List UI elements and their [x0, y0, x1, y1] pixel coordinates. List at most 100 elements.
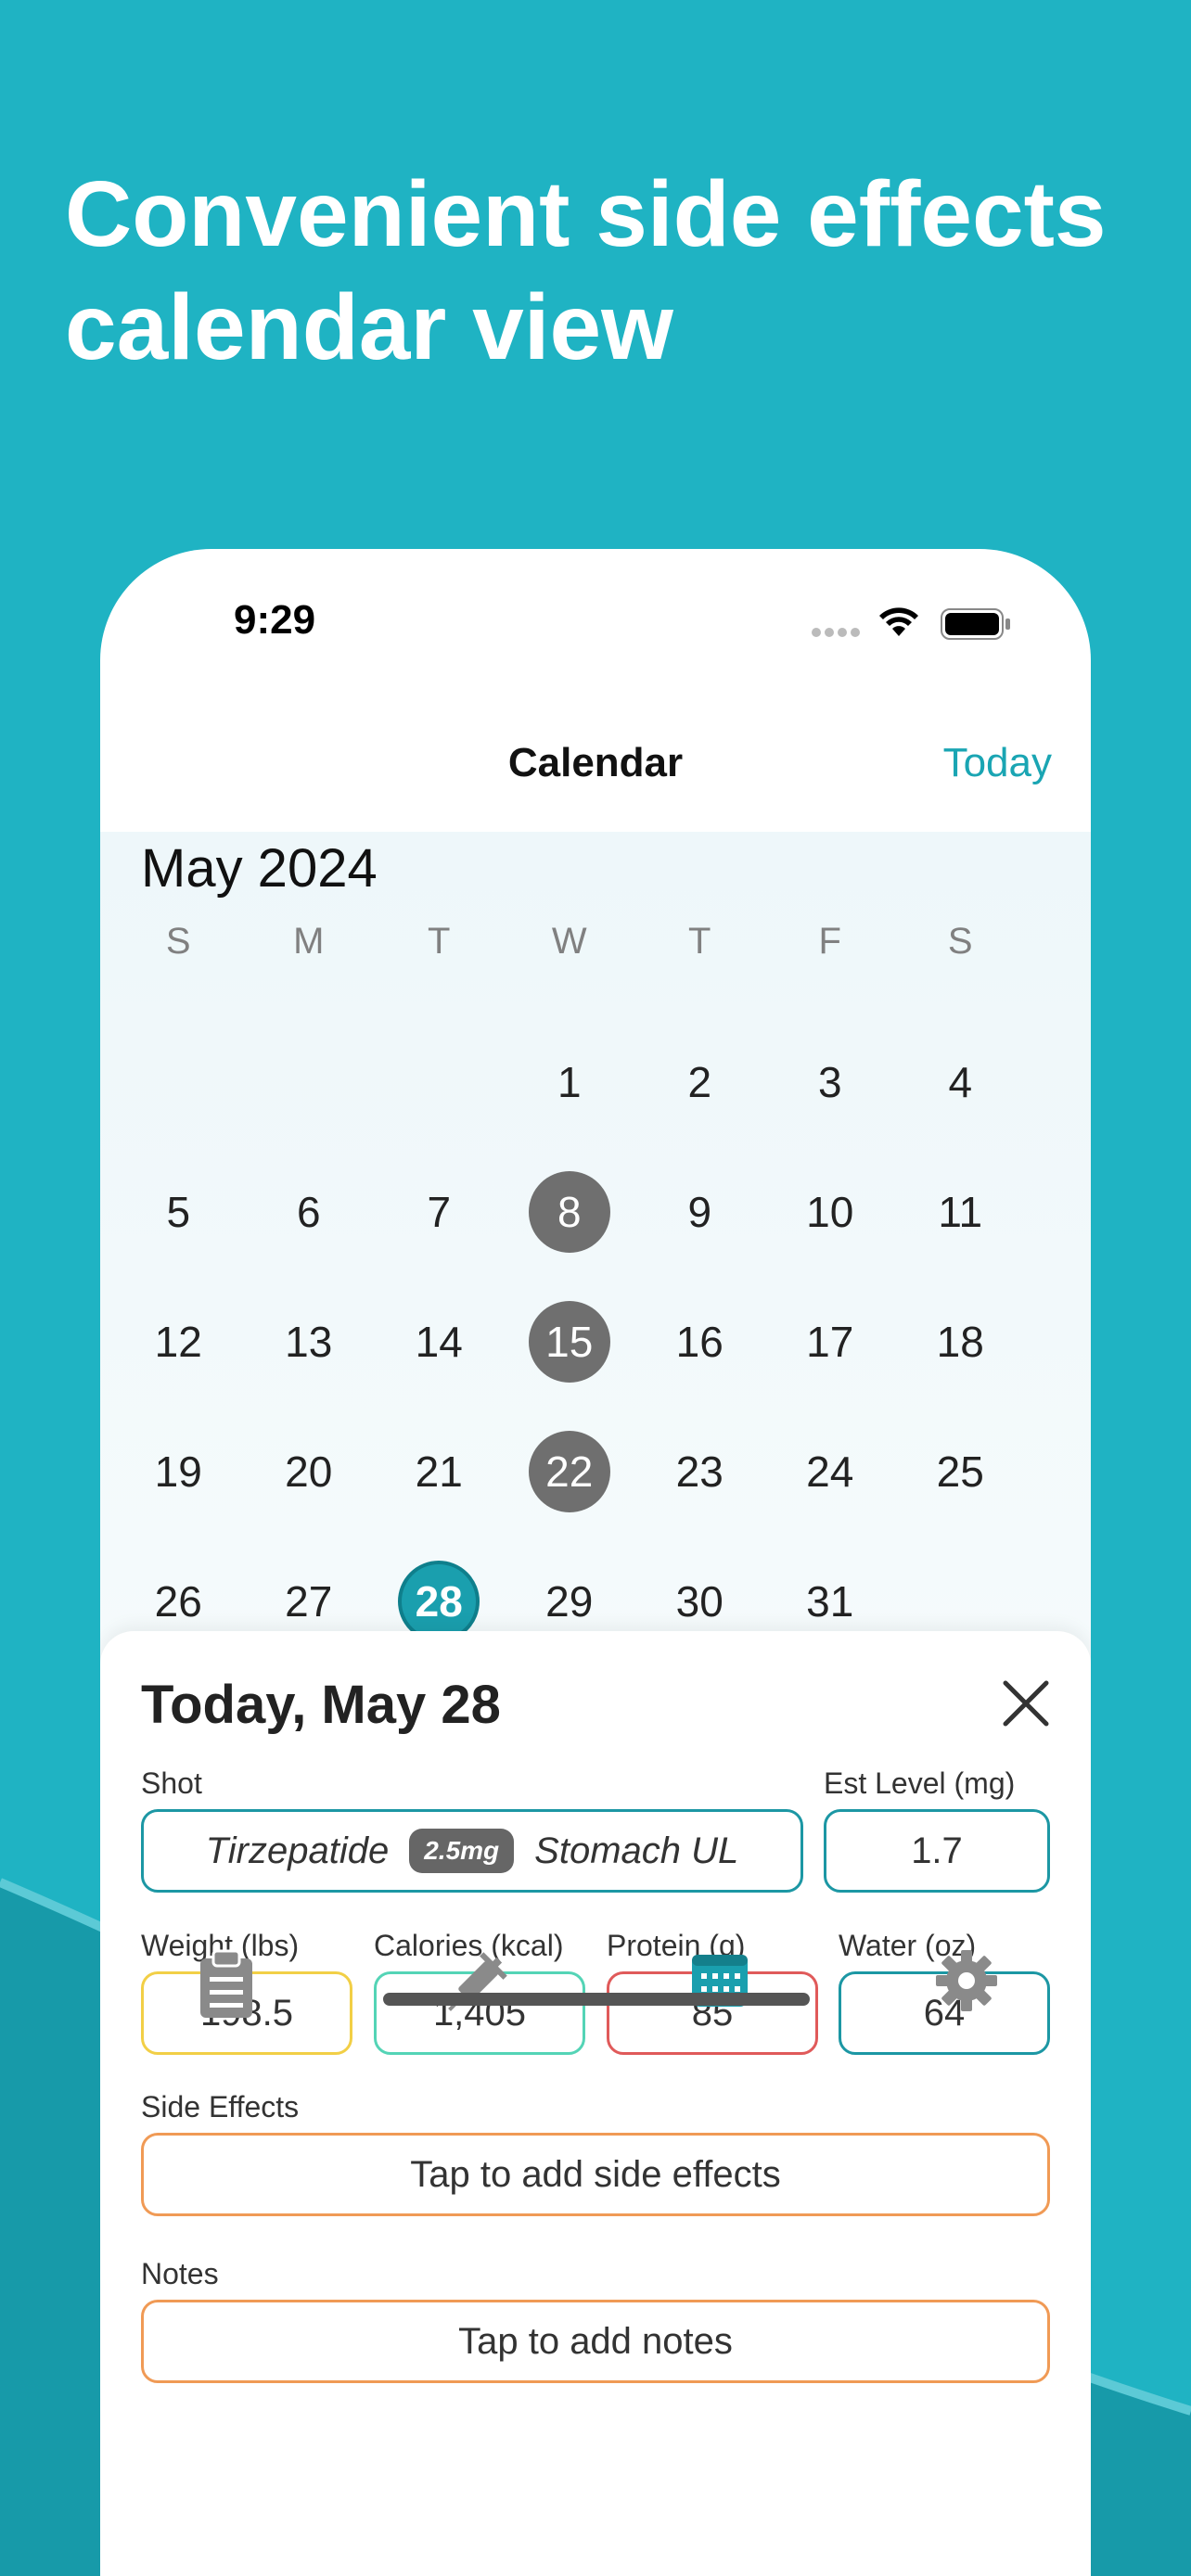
status-time: 9:29 [234, 597, 316, 643]
close-icon[interactable] [1002, 1679, 1050, 1728]
syringe-icon[interactable] [436, 1949, 510, 2023]
battery-icon [941, 608, 1010, 640]
level-label: Est Level (mg) [824, 1766, 1016, 1800]
day-number: 20 [285, 1447, 333, 1496]
phone-screen: 9:29 Calendar Today May 2024 S M T W T F [100, 549, 1091, 2576]
calendar-day[interactable]: 4 [895, 1017, 1026, 1147]
headline-line-2: calendar view [65, 275, 673, 379]
calendar-day[interactable]: 9 [634, 1147, 765, 1277]
calendar-day[interactable]: 2 [634, 1017, 765, 1147]
day-number: 14 [415, 1318, 463, 1366]
day-number: 26 [154, 1577, 202, 1626]
day-number: 21 [415, 1447, 463, 1496]
headline-line-1: Convenient side effects [65, 162, 1107, 266]
calendar-day[interactable]: 18 [895, 1277, 1026, 1407]
calendar-day[interactable]: 25 [895, 1407, 1026, 1537]
weekday-label: T [428, 921, 451, 962]
calendar-day[interactable]: 17 [765, 1277, 896, 1407]
calendar-day[interactable]: 7 [374, 1147, 505, 1277]
day-number: 3 [817, 1058, 842, 1106]
day-number: 4 [948, 1058, 973, 1106]
day-number: 19 [154, 1447, 202, 1496]
calendar-day[interactable]: 24 [765, 1407, 896, 1537]
notes-label: Notes [141, 2257, 219, 2290]
day-number: 31 [806, 1577, 854, 1626]
day-number: 5 [166, 1188, 191, 1236]
weekday-label: F [818, 921, 841, 962]
calendar-day[interactable]: 16 [634, 1277, 765, 1407]
today-button[interactable]: Today [943, 740, 1052, 786]
day-number: 6 [296, 1188, 321, 1236]
weekday-header: S M T W T F S [113, 921, 1078, 963]
calendar-day[interactable]: 3 [765, 1017, 896, 1147]
calendar-day[interactable]: 23 [634, 1407, 765, 1537]
calendar-day[interactable]: 6 [244, 1147, 375, 1277]
notes-field[interactable]: Tap to add notes [141, 2300, 1050, 2383]
day-number: 22 [528, 1431, 610, 1512]
day-number: 29 [545, 1577, 594, 1626]
calendar-week: 19 20 21 22 23 24 25 [113, 1407, 1078, 1537]
calendar-day[interactable]: 15 [505, 1277, 635, 1407]
calendar-day[interactable]: 19 [113, 1407, 244, 1537]
level-field[interactable]: 1.7 [824, 1809, 1050, 1893]
calendar-week: 12 13 14 15 16 17 18 [113, 1277, 1078, 1407]
headline: Convenient side effects calendar view [65, 158, 1141, 384]
day-number: 30 [675, 1577, 724, 1626]
calendar-day[interactable]: 5 [113, 1147, 244, 1277]
gear-icon[interactable] [935, 1949, 998, 2012]
shot-field[interactable]: Tirzepatide 2.5mg Stomach UL [141, 1809, 803, 1893]
weekday-label: T [688, 921, 711, 962]
calendar-week: 5 6 7 8 9 10 11 [113, 1147, 1078, 1277]
calendar: May 2024 S M T W T F S 1 2 3 4 5 6 7 8 9 10 11 12 13… [100, 832, 1091, 1759]
weekday-label: S [165, 921, 191, 962]
side-effects-field[interactable]: Tap to add side effects [141, 2133, 1050, 2216]
status-bar: 9:29 [100, 549, 1091, 697]
day-number: 7 [427, 1188, 452, 1236]
day-number: 24 [806, 1447, 854, 1496]
side-effects-label: Side Effects [141, 2090, 300, 2123]
day-number: 2 [687, 1058, 712, 1106]
calendar-day[interactable]: 1 [505, 1017, 635, 1147]
day-number: 11 [938, 1188, 983, 1236]
day-number: 15 [528, 1301, 610, 1383]
calendar-day[interactable]: 8 [505, 1147, 635, 1277]
day-detail-sheet: Today, May 28 Shot Est Level (mg) Tirzep… [100, 1631, 1091, 2576]
clipboard-icon[interactable] [197, 1949, 256, 2020]
day-number: 16 [675, 1318, 724, 1366]
calendar-day[interactable]: 13 [244, 1277, 375, 1407]
shot-medication: Tirzepatide [205, 1830, 390, 1871]
calendar-day[interactable]: 22 [505, 1407, 635, 1537]
calendar-day[interactable]: 14 [374, 1277, 505, 1407]
wifi-icon [879, 607, 918, 636]
calendar-day[interactable]: 21 [374, 1407, 505, 1537]
day-number: 23 [675, 1447, 724, 1496]
home-indicator [383, 1993, 810, 2006]
day-number: 25 [936, 1447, 984, 1496]
dose-badge: 2.5mg [409, 1829, 515, 1873]
signal-dots-icon [812, 628, 860, 637]
calendar-empty-cell [113, 1017, 244, 1147]
day-number: 12 [154, 1318, 202, 1366]
weekday-label: M [293, 921, 325, 962]
calendar-day[interactable]: 10 [765, 1147, 896, 1277]
calendar-empty-cell [244, 1017, 375, 1147]
calendar-day[interactable]: 12 [113, 1277, 244, 1407]
calendar-grid: 1 2 3 4 5 6 7 8 9 10 11 12 13 14 15 16 17 18 19 20 21 22 23 24 2… [113, 1017, 1078, 1666]
calendar-week: 1 2 3 4 [113, 1017, 1078, 1147]
calendar-day[interactable]: 11 [895, 1147, 1026, 1277]
calendar-day[interactable]: 20 [244, 1407, 375, 1537]
day-number: 28 [398, 1561, 480, 1642]
day-number: 17 [806, 1318, 854, 1366]
day-number: 10 [806, 1188, 854, 1236]
sheet-title: Today, May 28 [141, 1675, 501, 1735]
weekday-label: S [947, 921, 973, 962]
day-number: 1 [557, 1058, 582, 1106]
month-label: May 2024 [141, 838, 378, 899]
day-number: 27 [285, 1577, 333, 1626]
weekday-label: W [551, 921, 587, 962]
shot-label: Shot [141, 1766, 202, 1800]
day-number: 8 [528, 1171, 610, 1253]
nav-bar: Calendar Today [100, 716, 1091, 827]
calendar-empty-cell [374, 1017, 505, 1147]
day-number: 13 [285, 1318, 333, 1366]
